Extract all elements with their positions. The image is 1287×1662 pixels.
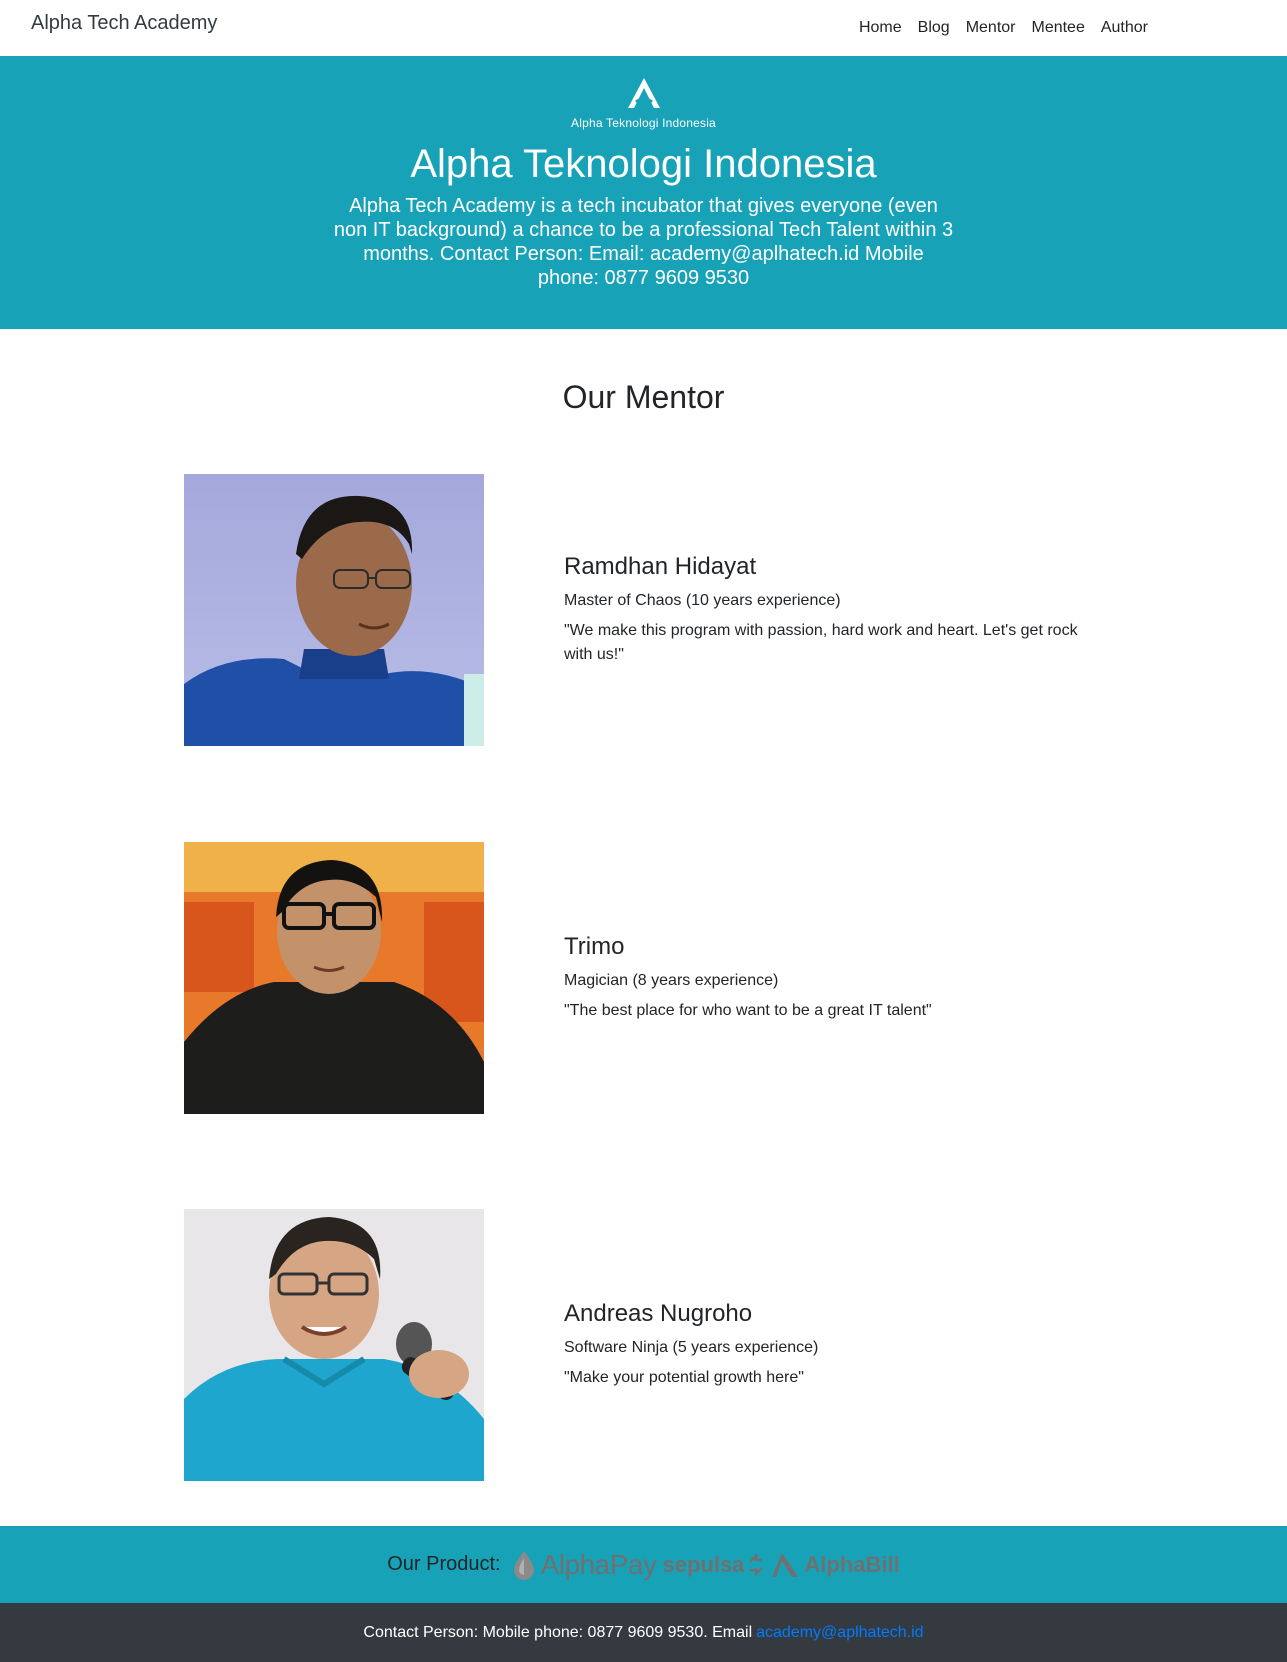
mentor-photo-image xyxy=(184,1209,484,1481)
product-bar: Our Product: AlphaPay sepulsa AlphaBill xyxy=(0,1526,1287,1603)
logo-caption: Alpha Teknologi Indonesia xyxy=(571,116,716,130)
nav-mentor[interactable]: Mentor xyxy=(958,19,1024,37)
alphapay-logo[interactable]: AlphaPay xyxy=(511,1549,657,1581)
nav-author[interactable]: Author xyxy=(1093,19,1156,37)
mentor-quote: "The best place for who want to be a gre… xyxy=(564,1002,932,1020)
sepulsa-arrows-icon xyxy=(749,1553,764,1576)
mentor-photo xyxy=(184,1209,484,1481)
hero-banner: Alpha Teknologi Indonesia Alpha Teknolog… xyxy=(0,56,1287,329)
company-logo: Alpha Teknologi Indonesia xyxy=(0,76,1287,130)
mentor-role: Magician (8 years experience) xyxy=(564,972,779,990)
mentor-card: Trimo Magician (8 years experience) "The… xyxy=(184,842,1104,1114)
nav-home[interactable]: Home xyxy=(851,19,910,37)
mentor-photo-image xyxy=(184,474,484,746)
brand-link[interactable]: Alpha Tech Academy xyxy=(31,12,217,35)
mentor-photo-image xyxy=(184,842,484,1114)
mentor-info: Ramdhan Hidayat Master of Chaos (10 year… xyxy=(564,553,1104,668)
product-label: Our Product: xyxy=(387,1553,501,1575)
navbar: Alpha Tech Academy Home Blog Mentor Ment… xyxy=(0,0,1287,56)
mentor-name: Ramdhan Hidayat xyxy=(564,552,757,580)
mentor-info: Andreas Nugroho Software Ninja (5 years … xyxy=(564,1300,1104,1391)
sepulsa-logo[interactable]: sepulsa xyxy=(662,1552,764,1578)
mentor-section: Our Mentor Ramdhan Hidayat Master of Cha… xyxy=(0,377,1287,1481)
mentor-info: Trimo Magician (8 years experience) "The… xyxy=(564,933,1104,1024)
mentor-name: Andreas Nugroho xyxy=(564,1299,753,1327)
mentor-quote: "Make your potential growth here" xyxy=(564,1369,804,1387)
mentor-name: Trimo xyxy=(564,932,625,960)
footer: Contact Person: Mobile phone: 0877 9609 … xyxy=(0,1603,1287,1662)
alphabill-icon xyxy=(772,1552,799,1577)
nav-links: Home Blog Mentor Mentee Author xyxy=(851,19,1156,37)
nav-mentee[interactable]: Mentee xyxy=(1023,19,1092,37)
alpha-logo-icon xyxy=(627,78,660,108)
mentor-quote: "We make this program with passion, hard… xyxy=(564,622,1078,664)
section-title: Our Mentor xyxy=(562,379,725,415)
sepulsa-text: sepulsa xyxy=(662,1551,745,1577)
alphapay-text: AlphaPay xyxy=(540,1548,657,1580)
mentor-card: Ramdhan Hidayat Master of Chaos (10 year… xyxy=(184,474,1104,746)
footer-email-link[interactable]: academy@aplhatech.id xyxy=(756,1624,923,1642)
alphabill-logo[interactable]: AlphaBill xyxy=(770,1551,900,1579)
mentor-role: Software Ninja (5 years experience) xyxy=(564,1339,819,1357)
alphapay-drop-icon xyxy=(513,1550,534,1580)
nav-blog[interactable]: Blog xyxy=(910,19,958,37)
mentor-card: Andreas Nugroho Software Ninja (5 years … xyxy=(184,1209,1104,1481)
footer-contact-text: Contact Person: Mobile phone: 0877 9609 … xyxy=(363,1623,753,1641)
mentor-role: Master of Chaos (10 years experience) xyxy=(564,592,841,610)
mentor-photo xyxy=(184,474,484,746)
alphabill-text: AlphaBill xyxy=(804,1551,900,1577)
hero-description: Alpha Tech Academy is a tech incubator t… xyxy=(333,195,954,289)
hero-title: Alpha Teknologi Indonesia xyxy=(410,142,877,186)
mentor-photo xyxy=(184,842,484,1114)
